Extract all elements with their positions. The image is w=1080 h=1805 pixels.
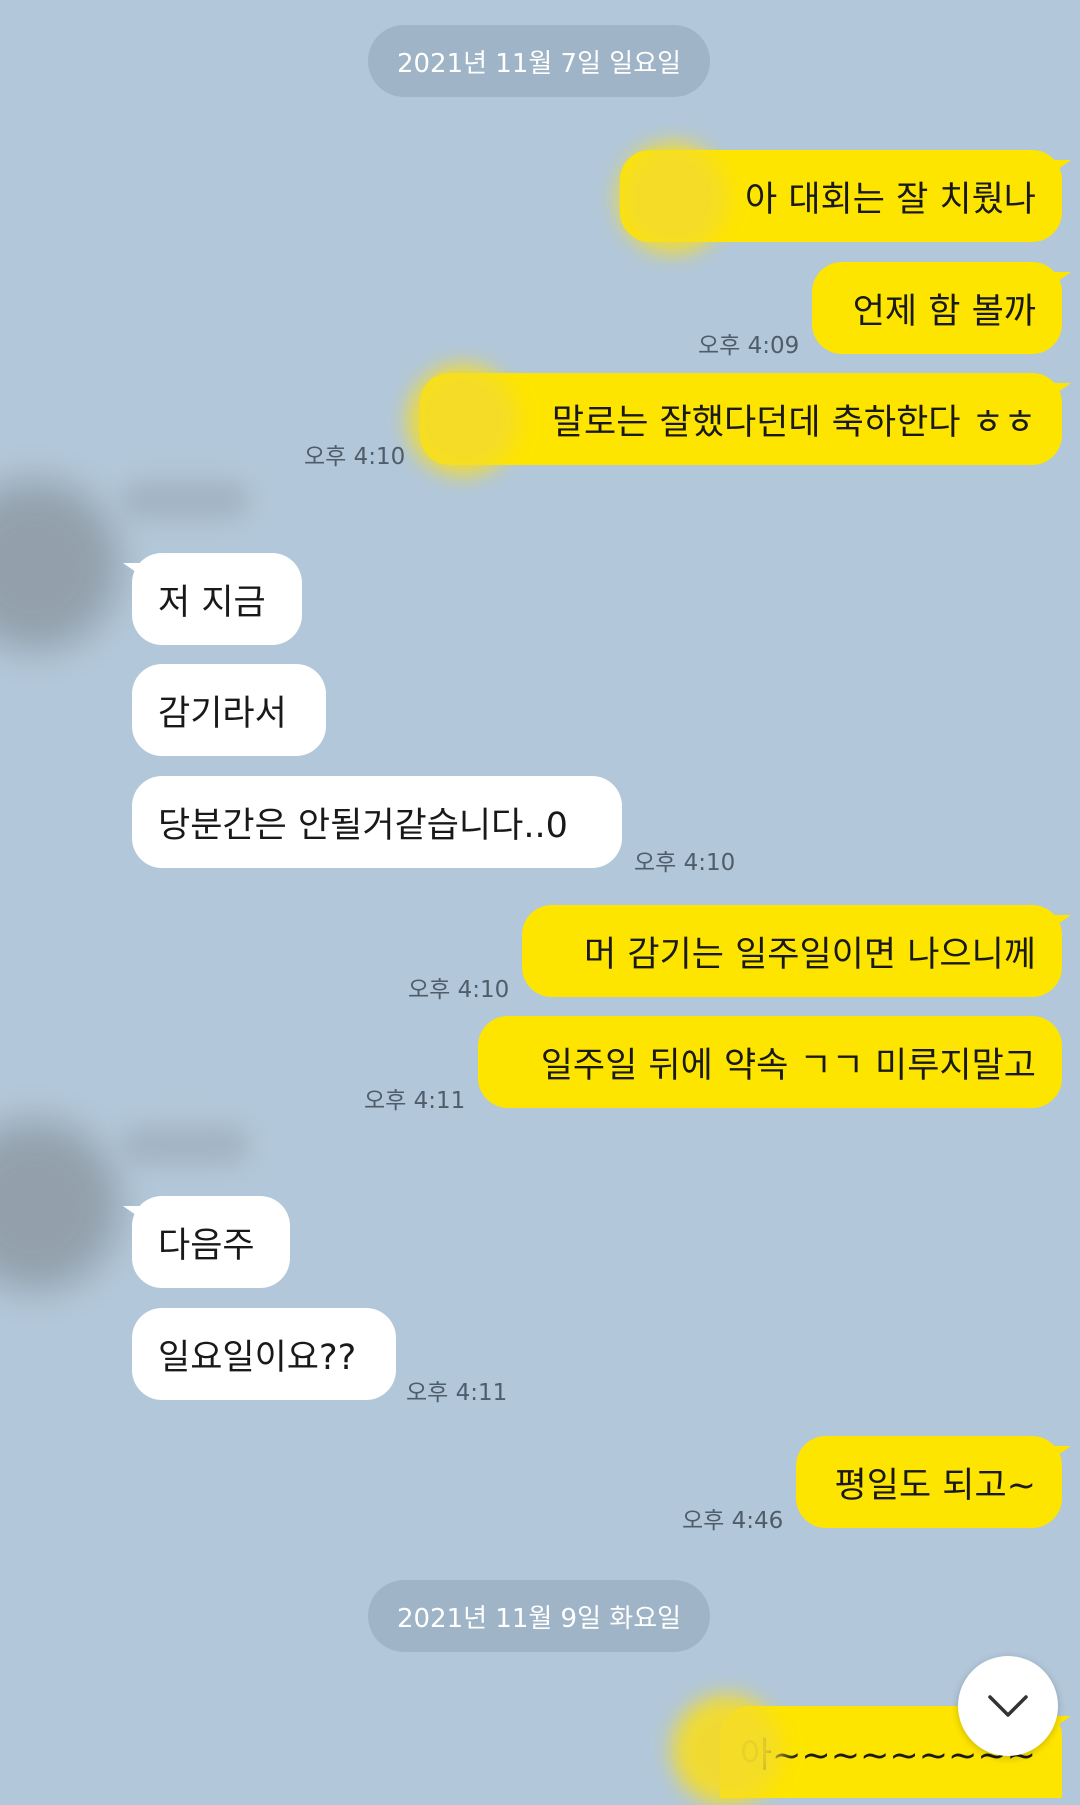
- sender-name-blur: [120, 1125, 250, 1165]
- sender-avatar[interactable]: [0, 480, 120, 650]
- their-message-bubble[interactable]: 감기라서: [132, 664, 326, 756]
- redacted-name-blur: [618, 143, 728, 253]
- sender-name-blur: [120, 480, 250, 520]
- message-time: 오후 4:09: [698, 333, 800, 359]
- redacted-name-blur: [672, 1695, 782, 1805]
- chevron-down-icon: [988, 1695, 1028, 1717]
- date-label: 2021년 11월 9일 화요일: [396, 1603, 682, 1634]
- message-time: 오후 4:11: [364, 1088, 466, 1114]
- my-message-bubble[interactable]: 머 감기는 일주일이면 나으니께: [522, 905, 1071, 997]
- message-text: 머 감기는 일주일이면 나으니께: [584, 934, 1036, 975]
- message-text: 아 대회는 잘 치뤘나: [745, 179, 1036, 220]
- my-message-bubble[interactable]: 일주일 뒤에 약속 ㄱㄱ 미루지말고: [478, 1016, 1062, 1108]
- their-message-bubble[interactable]: 일요일이요??: [132, 1308, 396, 1400]
- message-text: 평일도 되고~: [834, 1465, 1036, 1506]
- redacted-name-blur: [408, 365, 518, 475]
- message-text: 당분간은 안될거같습니다..0: [158, 805, 568, 846]
- sender-avatar[interactable]: [0, 1120, 120, 1290]
- date-separator: 2021년 11월 9일 화요일: [368, 1580, 710, 1652]
- message-text: 저 지금: [158, 582, 266, 623]
- their-message-bubble[interactable]: 저 지금: [123, 553, 302, 645]
- message-text: 다음주: [158, 1225, 255, 1266]
- my-message-bubble[interactable]: 평일도 되고~: [796, 1436, 1071, 1528]
- their-message-bubble[interactable]: 당분간은 안될거같습니다..0: [132, 776, 622, 868]
- message-time: 오후 4:10: [304, 444, 406, 470]
- their-message-bubble[interactable]: 다음주: [123, 1196, 290, 1288]
- my-message-bubble[interactable]: 언제 함 볼까: [812, 262, 1071, 354]
- message-text: 감기라서: [158, 693, 287, 734]
- message-text: 일요일이요??: [158, 1337, 357, 1378]
- message-text: 말로는 잘했다던데 축하한다 ㅎㅎ: [551, 402, 1036, 443]
- message-time: 오후 4:10: [634, 850, 736, 876]
- scroll-to-bottom-button[interactable]: [958, 1656, 1058, 1756]
- message-time: 오후 4:10: [408, 977, 510, 1003]
- date-label: 2021년 11월 7일 일요일: [396, 48, 682, 79]
- date-separator: 2021년 11월 7일 일요일: [368, 25, 710, 97]
- message-time: 오후 4:11: [406, 1380, 508, 1406]
- message-text: 일주일 뒤에 약속 ㄱㄱ 미루지말고: [540, 1045, 1036, 1086]
- message-text: 언제 함 볼까: [852, 291, 1036, 332]
- message-time: 오후 4:46: [682, 1508, 784, 1534]
